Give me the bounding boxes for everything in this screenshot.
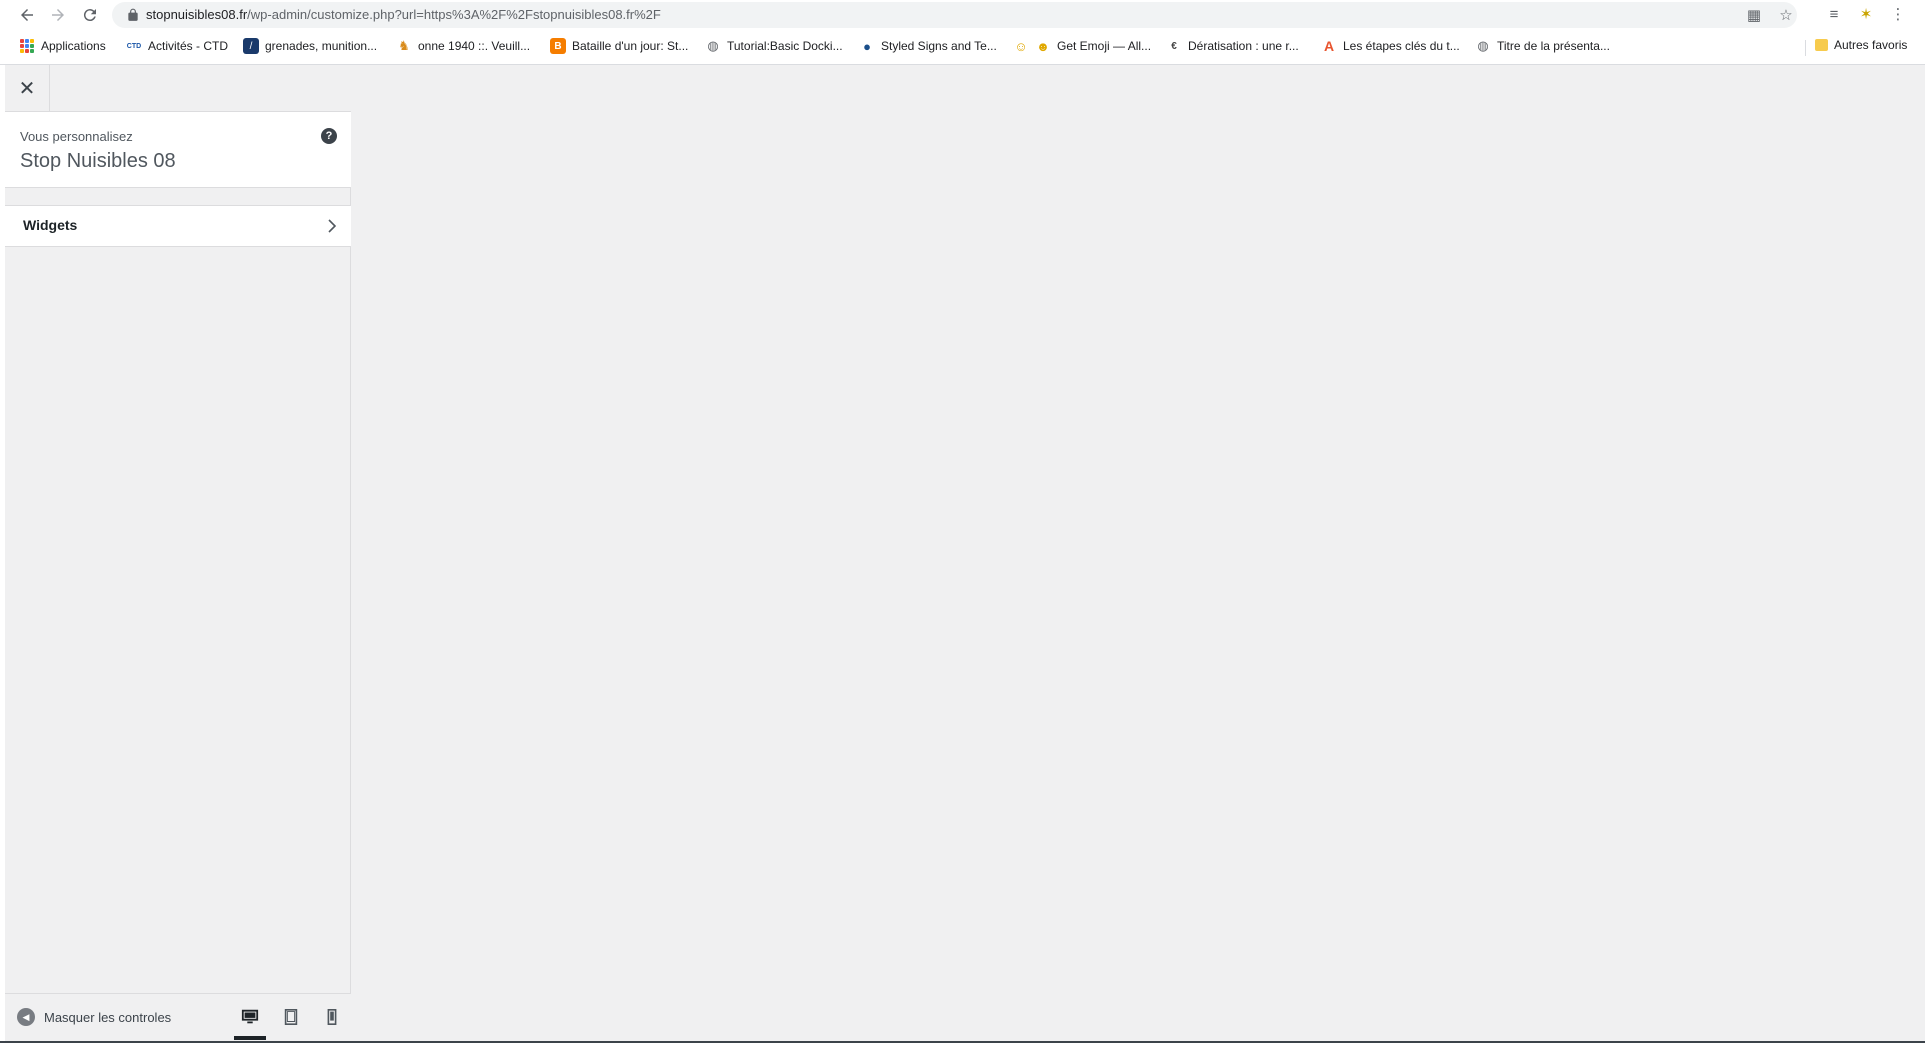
bookmark-1940[interactable]: ♞ onne 1940 ::. Veuill... <box>396 38 530 54</box>
earth-icon: ● <box>863 38 871 54</box>
wp-customizer: ✕ Vous personnalisez Stop Nuisibles 08 ?… <box>0 65 1925 1043</box>
bookmark-deratisation[interactable]: € Dératisation : une r... <box>1166 38 1299 54</box>
address-bar[interactable]: stopnuisibles08.fr/wp-admin/customize.ph… <box>112 2 1797 28</box>
bookmark-activites-ctd[interactable]: CTD Activités - CTD <box>126 38 228 54</box>
preview-frame[interactable] <box>351 65 1925 1041</box>
bookmark-tutorial[interactable]: ◍ Tutorial:Basic Docki... <box>705 38 843 54</box>
bookmark-titre[interactable]: ◍ Titre de la présenta... <box>1475 38 1610 54</box>
globe-icon: ◍ <box>1477 38 1489 53</box>
reload-icon <box>83 9 96 22</box>
a-logo-icon: A <box>1323 38 1335 54</box>
emoji-face-icon: ☻ <box>1036 38 1050 54</box>
help-icon[interactable]: ? <box>321 128 337 144</box>
soldier-icon: ♞ <box>398 38 410 53</box>
apps-grid-icon <box>19 38 35 54</box>
qr-code-icon[interactable]: ▦ <box>1743 5 1765 25</box>
collapse-sidebar-button[interactable]: ◀ Masquer les controles <box>17 1008 171 1026</box>
forward-button[interactable] <box>46 3 70 27</box>
star-icon[interactable]: ☆ <box>1775 5 1797 25</box>
bookmarks-divider <box>1805 40 1806 56</box>
url-path: /wp-admin/customize.php?url=https%3A%2F%… <box>247 7 661 22</box>
folder-icon <box>1815 39 1828 51</box>
blogger-icon: B <box>550 38 566 54</box>
bookmark-label: Dératisation : une r... <box>1188 39 1299 53</box>
section-widgets[interactable]: Widgets <box>5 205 351 247</box>
c-logo-icon: € <box>1171 40 1177 52</box>
url-text[interactable]: stopnuisibles08.fr/wp-admin/customize.ph… <box>146 7 661 22</box>
back-button[interactable] <box>15 3 39 27</box>
section-label: Widgets <box>23 217 78 233</box>
globe-icon: ◍ <box>707 38 719 53</box>
ctd-icon: CTD <box>126 42 142 50</box>
bookmark-label: Tutorial:Basic Docki... <box>727 39 843 53</box>
bookmark-other[interactable]: Autres favoris <box>1815 38 1907 52</box>
bookmark-get-emoji[interactable]: ☺ ☻ Get Emoji — All... <box>1013 38 1151 54</box>
bookmark-label: Get Emoji — All... <box>1057 39 1152 53</box>
preview-tablet-button[interactable] <box>275 1004 307 1040</box>
bookmark-label: Titre de la présenta... <box>1497 39 1610 53</box>
reading-list-icon[interactable]: ≡ <box>1822 3 1846 25</box>
arrow-left-icon <box>21 9 33 21</box>
chevron-right-icon <box>328 219 337 233</box>
bookmark-label: Styled Signs and Te... <box>881 39 997 53</box>
bookmarks-bar: Applications CTD Activités - CTD / grena… <box>0 33 1925 61</box>
bookmark-label: Les étapes clés du t... <box>1343 39 1460 53</box>
customizer-sidebar: ✕ Vous personnalisez Stop Nuisibles 08 ?… <box>5 65 351 1043</box>
bookmark-label: onne 1940 ::. Veuill... <box>418 39 531 53</box>
bookmark-label: Autres favoris <box>1834 38 1908 52</box>
customizer-footer: ◀ Masquer les controles <box>5 993 351 1043</box>
preview-desktop-button[interactable] <box>234 1004 266 1040</box>
collapse-arrow-icon: ◀ <box>17 1008 35 1026</box>
site-title: Stop Nuisibles 08 <box>20 150 176 172</box>
preview-mobile-button[interactable] <box>316 1004 348 1040</box>
bookmark-label: Applications <box>41 39 106 53</box>
bookmark-label: grenades, munition... <box>265 39 378 53</box>
desktop-icon <box>241 1009 259 1024</box>
mobile-icon <box>327 1008 337 1026</box>
customizer-info: Vous personnalisez Stop Nuisibles 08 ? <box>5 112 351 188</box>
bookmark-etapes[interactable]: A Les étapes clés du t... <box>1321 38 1460 54</box>
lock-icon <box>128 8 138 21</box>
info-label: Vous personnalisez <box>20 129 133 144</box>
arrow-right-icon <box>52 9 64 21</box>
url-host: stopnuisibles08.fr <box>146 7 248 22</box>
grenade-site-icon: / <box>243 38 259 54</box>
extension-icon[interactable]: ✶ <box>1854 3 1878 25</box>
tablet-icon <box>284 1008 298 1026</box>
bookmark-applications[interactable]: Applications <box>19 38 106 54</box>
bookmark-styled-signs[interactable]: ● Styled Signs and Te... <box>859 38 997 54</box>
reload-button[interactable] <box>78 3 102 27</box>
emoji-icon: ☺ <box>1014 38 1028 54</box>
bookmark-label: Bataille d'un jour: St... <box>572 39 689 53</box>
close-customizer-button[interactable]: ✕ <box>5 65 50 111</box>
bookmark-bataille[interactable]: B Bataille d'un jour: St... <box>550 38 688 54</box>
close-icon: ✕ <box>18 77 36 100</box>
customizer-header: ✕ <box>5 65 351 112</box>
bookmark-grenades[interactable]: / grenades, munition... <box>243 38 377 54</box>
browser-toolbar: stopnuisibles08.fr/wp-admin/customize.ph… <box>0 0 1925 30</box>
bookmark-label: Activités - CTD <box>148 39 229 53</box>
collapse-label: Masquer les controles <box>44 1009 172 1025</box>
menu-kebab-icon[interactable]: ⋮ <box>1886 3 1910 25</box>
